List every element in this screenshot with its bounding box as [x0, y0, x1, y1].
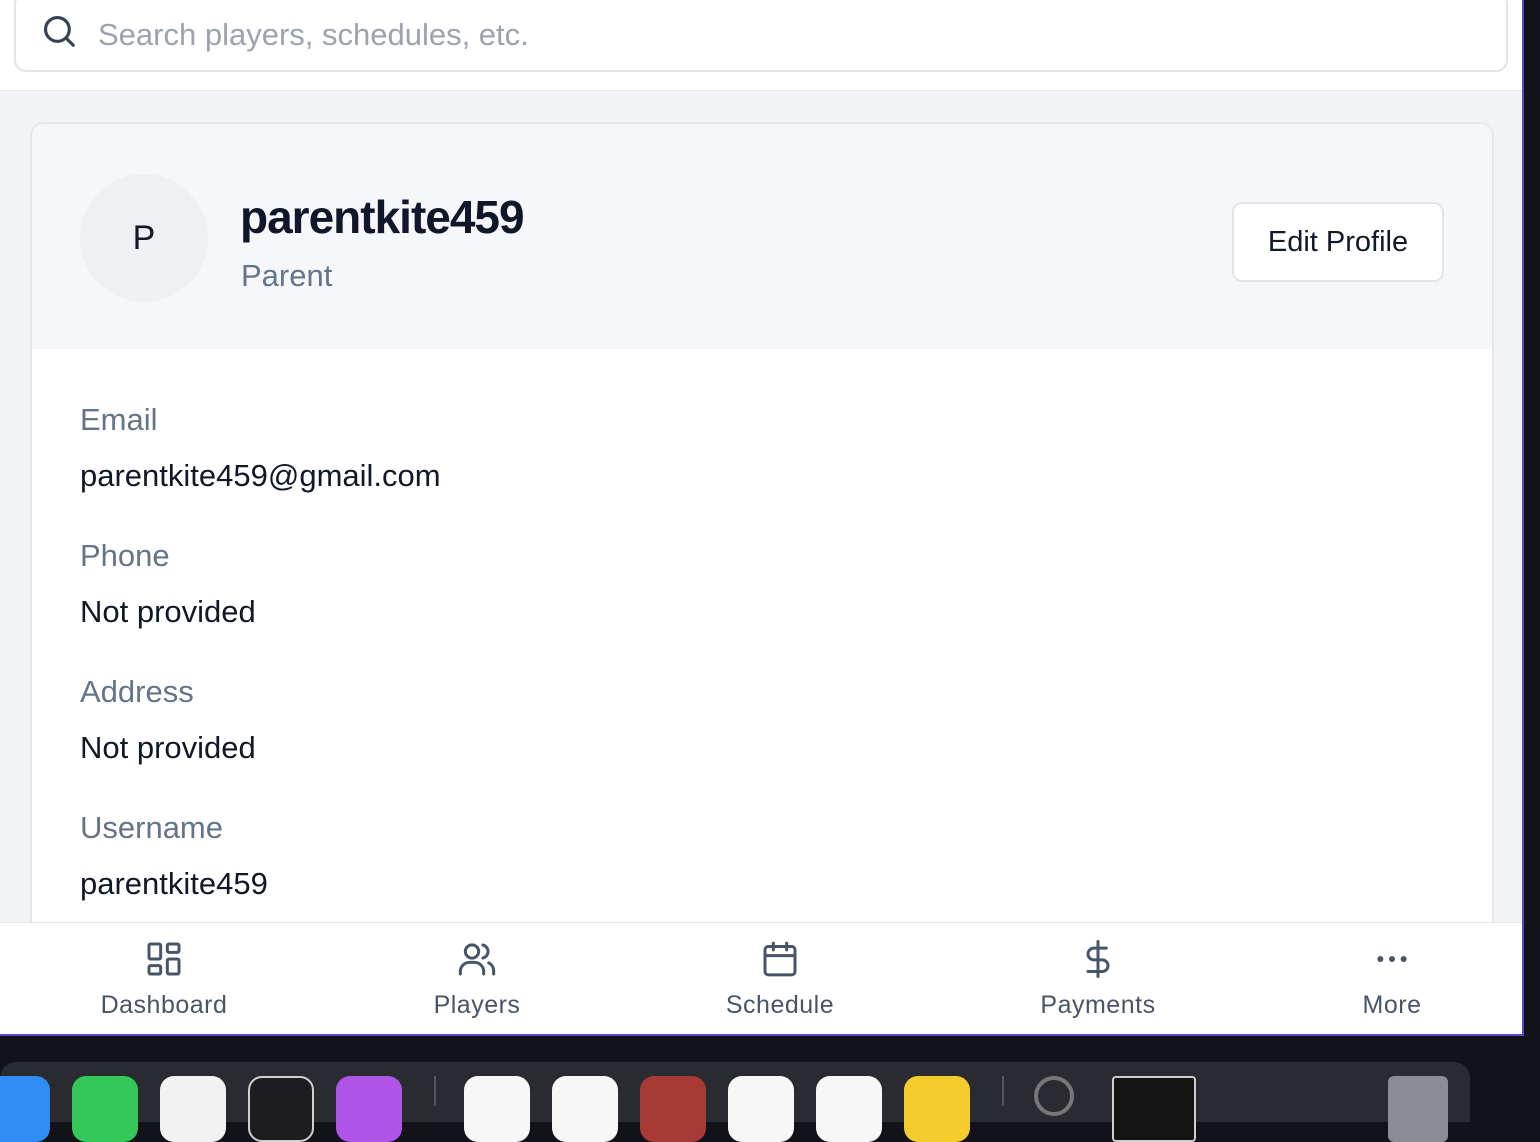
users-icon	[458, 943, 496, 976]
username-value: parentkite459	[80, 866, 268, 901]
search-icon	[43, 15, 75, 47]
home-dock-icon[interactable]	[464, 1076, 530, 1142]
trash-dock-icon[interactable]	[1388, 1076, 1448, 1142]
profile-card: P parentkite459 Parent Edit Profile Emai…	[30, 122, 1494, 962]
nav-label-more: More	[1362, 991, 1422, 1019]
chrome-dock-icon[interactable]	[728, 1076, 794, 1142]
nav-item-dashboard[interactable]: Dashboard	[64, 923, 264, 1034]
profile-header: P parentkite459 Parent Edit Profile	[32, 124, 1492, 349]
app-window: P parentkite459 Parent Edit Profile Emai…	[0, 0, 1524, 1036]
nav-label-payments: Payments	[1040, 991, 1156, 1019]
bottom-nav: Dashboard Players Schedule Payments More	[0, 922, 1522, 1034]
window-preview-dock-icon[interactable]	[1112, 1076, 1196, 1142]
nav-item-players[interactable]: Players	[377, 923, 577, 1034]
finder-dock-icon[interactable]	[0, 1076, 50, 1142]
macos-dock	[0, 1062, 1470, 1142]
address-value: Not provided	[80, 730, 256, 765]
email-label: Email	[80, 402, 158, 437]
sheets-dock-icon[interactable]	[816, 1076, 882, 1142]
edit-profile-button[interactable]: Edit Profile	[1232, 202, 1444, 282]
dock-separator	[1002, 1076, 1004, 1106]
nav-item-schedule[interactable]: Schedule	[680, 923, 880, 1034]
top-bar	[0, 0, 1522, 91]
profile-role: Parent	[241, 258, 333, 293]
nav-label-schedule: Schedule	[725, 991, 835, 1019]
downloads-dock-icon[interactable]	[1034, 1076, 1074, 1116]
email-value: parentkite459@gmail.com	[80, 458, 441, 493]
phone-label: Phone	[80, 538, 170, 573]
terminal-dock-icon[interactable]	[248, 1076, 314, 1142]
numbers-dock-icon[interactable]	[72, 1076, 138, 1142]
dollar-icon	[1086, 940, 1110, 978]
phone-value: Not provided	[80, 594, 256, 629]
openai-dock-icon[interactable]	[552, 1076, 618, 1142]
more-icon	[1377, 956, 1407, 962]
notes-dock-icon[interactable]	[904, 1076, 970, 1142]
address-label: Address	[80, 674, 194, 709]
podcasts-dock-icon[interactable]	[336, 1076, 402, 1142]
search-box[interactable]	[14, 0, 1508, 72]
news-dock-icon[interactable]	[160, 1076, 226, 1142]
nav-label-dashboard: Dashboard	[100, 991, 228, 1019]
nav-item-more[interactable]: More	[1292, 923, 1492, 1034]
nav-item-payments[interactable]: Payments	[998, 923, 1198, 1034]
search-input[interactable]	[96, 8, 1480, 62]
avatar: P	[80, 174, 208, 302]
nav-label-players: Players	[433, 991, 521, 1019]
dock-separator	[434, 1076, 436, 1106]
app-dock-icon[interactable]	[640, 1076, 706, 1142]
profile-name: parentkite459	[240, 191, 525, 243]
dashboard-icon	[147, 942, 181, 976]
username-label: Username	[80, 810, 223, 845]
calendar-icon	[763, 941, 797, 977]
